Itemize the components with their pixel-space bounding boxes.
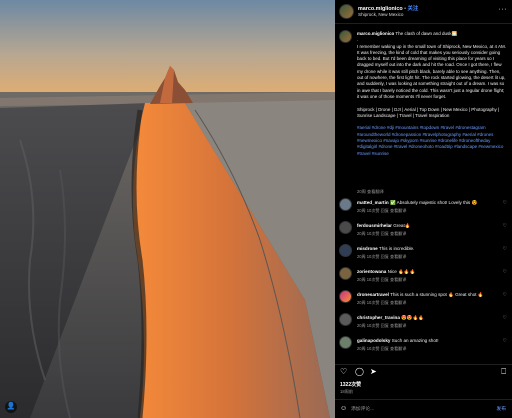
comment-like-heart-icon[interactable]: ♡ xyxy=(503,315,507,321)
post-photo[interactable]: 👤 xyxy=(0,0,335,418)
comment-line: matted_martin ✅ Absolutely majestic shot… xyxy=(357,200,497,206)
comment-text: 😍😍🔥🔥 xyxy=(401,315,425,320)
comment-meta: 20周 10次赞 回复 查看翻译 xyxy=(357,323,407,328)
avatar[interactable] xyxy=(339,4,354,19)
comment-user[interactable]: dronesartravel xyxy=(357,292,389,297)
photo-tag-icon[interactable]: 👤 xyxy=(5,401,17,413)
separator-dot: • xyxy=(404,6,407,12)
post-actions-bar: ♡ ◯ ➤ ⎕ xyxy=(335,364,512,378)
comment-like-heart-icon[interactable]: ♡ xyxy=(503,269,507,275)
comment-text: Great🔥 xyxy=(393,223,411,228)
post-header: marco.miglionico • 关注 Shiprock, New Mexi… xyxy=(335,0,512,24)
comment-like-heart-icon[interactable]: ♡ xyxy=(503,338,507,344)
likes-count[interactable]: 1322次赞 xyxy=(340,381,361,388)
emoji-icon[interactable]: ☺ xyxy=(340,405,347,412)
comment-meta: 20周 10次赞 回复 查看翻译 xyxy=(357,300,407,305)
caption-body: The clash of dawn and dusk🌅 . I remember… xyxy=(357,31,507,118)
comment-text: Nice 🔥🔥🔥 xyxy=(387,269,416,274)
comment-item: matted_martin ✅ Absolutely majestic shot… xyxy=(335,198,512,222)
comments-scroll-area[interactable]: marco.miglionico The clash of dawn and d… xyxy=(335,26,512,362)
comment-avatar[interactable] xyxy=(339,221,352,234)
comment-user[interactable]: christopher_travina xyxy=(357,315,400,320)
caption-avatar[interactable] xyxy=(339,30,352,43)
comment-line: misdrone This is incredible. xyxy=(357,246,497,251)
comment-avatar[interactable] xyxy=(339,267,352,280)
comment-line: ferdousmirhelar Great🔥 xyxy=(357,223,497,229)
comment-avatar[interactable] xyxy=(339,313,352,326)
follow-button[interactable]: 关注 xyxy=(408,6,419,12)
comment-avatar[interactable] xyxy=(339,198,352,211)
post-location[interactable]: Shiprock, New Mexico xyxy=(358,12,403,17)
comment-item: dronesartravel This is such a stunning s… xyxy=(335,290,512,314)
caption-meta: 20周 查看翻译 xyxy=(357,189,384,194)
comment-like-heart-icon[interactable]: ♡ xyxy=(503,292,507,298)
add-comment-input[interactable] xyxy=(351,405,481,413)
comment-line: christopher_travina 😍😍🔥🔥 xyxy=(357,315,497,321)
comment-text: ✅ Absolutely majestic shot! Lovely this … xyxy=(389,200,478,205)
comment-avatar[interactable] xyxy=(339,244,352,257)
comment-meta: 20周 10次赞 回复 查看翻译 xyxy=(357,277,407,282)
comment-line: galinapodolsky Such an amazing shot! xyxy=(357,338,497,343)
more-options-icon[interactable]: ··· xyxy=(499,6,508,13)
comment-item: misdrone This is incredible. 20周 10次赞 回复… xyxy=(335,244,512,268)
comment-avatar[interactable] xyxy=(339,336,352,349)
comment-avatar[interactable] xyxy=(339,290,352,303)
comment-text: Such an amazing shot! xyxy=(391,338,439,343)
shiprock-aerial-image xyxy=(0,0,335,418)
post-date: 18周前 xyxy=(340,389,354,394)
comment-meta: 20周 10次赞 回复 查看翻译 xyxy=(357,254,407,259)
caption-hashtags[interactable]: #aerial #drone #dji #mountains #topdown … xyxy=(357,125,505,155)
post-side-panel: marco.miglionico • 关注 Shiprock, New Mexi… xyxy=(335,0,512,418)
comment-item: ferdousmirhelar Great🔥 20周 10次赞 回复 查看翻译 … xyxy=(335,221,512,245)
bookmark-icon[interactable]: ⎕ xyxy=(501,368,506,376)
add-comment-bar: ☺ 发布 xyxy=(335,399,512,418)
comment-line: zorientowana Nice 🔥🔥🔥 xyxy=(357,269,497,275)
comment-like-heart-icon[interactable]: ♡ xyxy=(503,223,507,229)
comment-user[interactable]: ferdousmirhelar xyxy=(357,223,392,228)
comment-meta: 20周 10次赞 回复 查看翻译 xyxy=(357,231,407,236)
comment-like-heart-icon[interactable]: ♡ xyxy=(503,200,507,206)
caption-username[interactable]: marco.miglionico xyxy=(357,31,394,36)
heart-icon[interactable]: ♡ xyxy=(340,368,347,376)
caption-text: marco.miglionico The clash of dawn and d… xyxy=(357,31,507,157)
post-comment-button[interactable]: 发布 xyxy=(496,405,506,412)
comment-item: galinapodolsky Such an amazing shot! 20周… xyxy=(335,336,512,360)
share-icon[interactable]: ➤ xyxy=(370,368,377,376)
comment-user[interactable]: zorientowana xyxy=(357,269,386,274)
comment-user[interactable]: galinapodolsky xyxy=(357,338,390,343)
comment-item: zorientowana Nice 🔥🔥🔥 20周 10次赞 回复 查看翻译 ♡ xyxy=(335,267,512,291)
comment-item: christopher_travina 😍😍🔥🔥 20周 10次赞 回复 查看翻… xyxy=(335,313,512,337)
comment-meta: 20周 10次赞 回复 查看翻译 xyxy=(357,346,407,351)
comment-meta: 20周 10次赞 回复 查看翻译 xyxy=(357,208,407,213)
comment-text: This is incredible. xyxy=(378,246,415,251)
comment-user[interactable]: matted_martin xyxy=(357,200,389,205)
comment-like-heart-icon[interactable]: ♡ xyxy=(503,246,507,252)
comment-icon[interactable]: ◯ xyxy=(355,368,364,376)
comment-line: dronesartravel This is such a stunning s… xyxy=(357,292,497,298)
post-username-line: marco.miglionico • 关注 xyxy=(358,4,418,12)
comment-text: This is such a stunning spot 🔥 Great sho… xyxy=(390,292,484,297)
comment-user[interactable]: misdrone xyxy=(357,246,378,251)
